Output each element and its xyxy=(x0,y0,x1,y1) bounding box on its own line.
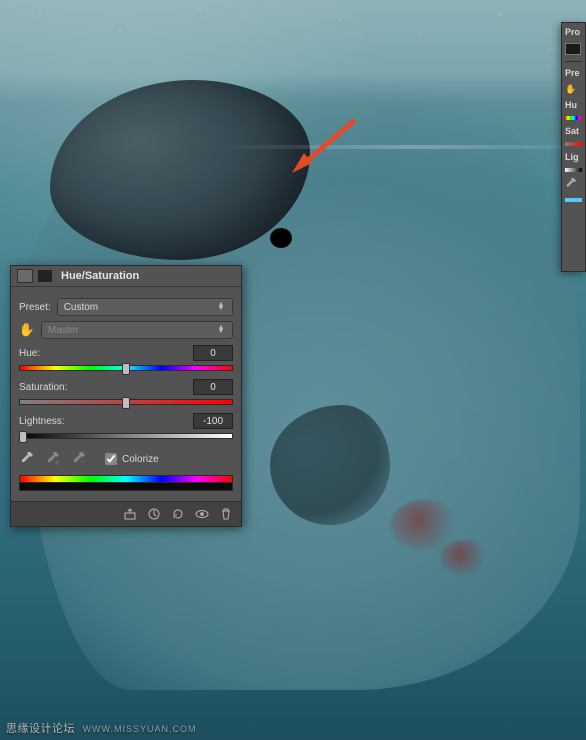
lightness-label: Lightness: xyxy=(19,416,65,427)
hand-icon[interactable]: ✋ xyxy=(565,84,579,94)
slider-thumb[interactable] xyxy=(122,363,130,375)
channel-value: Master xyxy=(48,325,79,336)
saturation-input[interactable] xyxy=(193,379,233,395)
slider-thumb[interactable] xyxy=(122,397,130,409)
trash-icon[interactable] xyxy=(219,507,233,521)
hue-track[interactable] xyxy=(19,365,233,373)
clip-to-layer-icon[interactable] xyxy=(123,507,137,521)
saturation-track[interactable] xyxy=(19,399,233,407)
svg-text:+: + xyxy=(55,460,59,466)
lightness-input[interactable] xyxy=(193,413,233,429)
adjustment-layer-icon xyxy=(17,269,33,283)
channel-select[interactable]: Master ▲▼ xyxy=(41,321,233,339)
side-thumbnail-icon xyxy=(565,43,581,55)
watermark: 思缘设计论坛 WWW.MISSYUAN.COM xyxy=(6,720,197,736)
hue-saturation-panel[interactable]: Hue/Saturation Preset: Custom ▲▼ ✋ Maste… xyxy=(10,265,242,527)
svg-text:-: - xyxy=(81,457,84,466)
eyedropper-minus-icon[interactable]: - xyxy=(71,451,87,467)
watermark-cn: 思缘设计论坛 xyxy=(6,723,75,735)
saturation-label: Saturation: xyxy=(19,382,67,393)
panel-footer xyxy=(11,501,241,526)
targeted-adjust-icon[interactable]: ✋ xyxy=(19,322,35,338)
side-group-label: Pro xyxy=(565,27,582,37)
slider-thumb[interactable] xyxy=(19,431,27,443)
reset-icon[interactable] xyxy=(171,507,185,521)
layer-mask-icon xyxy=(37,269,53,283)
side-hue-label: Hu xyxy=(565,100,582,110)
saturation-slider: Saturation: xyxy=(19,379,233,407)
panel-header[interactable]: Hue/Saturation xyxy=(11,266,241,287)
side-sat-track[interactable] xyxy=(565,142,582,146)
properties-side-panel[interactable]: Pro Pre ✋ Hu Sat Lig xyxy=(561,22,586,272)
color-range-bar[interactable] xyxy=(19,475,233,491)
side-light-track[interactable] xyxy=(565,168,582,172)
hue-input[interactable] xyxy=(193,345,233,361)
eyedropper-icon[interactable] xyxy=(19,451,35,467)
watermark-en: WWW.MISSYUAN.COM xyxy=(83,724,197,734)
lightness-slider: Lightness: xyxy=(19,413,233,441)
side-sat-label: Sat xyxy=(565,126,582,136)
lightness-track[interactable] xyxy=(19,433,233,441)
preset-select[interactable]: Custom ▲▼ xyxy=(57,298,233,316)
side-hue-track[interactable] xyxy=(565,116,582,120)
visibility-icon[interactable] xyxy=(195,507,209,521)
panel-title: Hue/Saturation xyxy=(61,270,139,282)
side-preset-label: Pre xyxy=(565,68,582,78)
hue-slider: Hue: xyxy=(19,345,233,373)
eyedropper-icon[interactable] xyxy=(565,178,579,188)
preset-label: Preset: xyxy=(19,302,51,313)
side-color-bar xyxy=(565,198,582,202)
view-previous-icon[interactable] xyxy=(147,507,161,521)
chevron-updown-icon: ▲▼ xyxy=(216,303,226,311)
colorize-input[interactable] xyxy=(105,453,117,465)
side-light-label: Lig xyxy=(565,152,582,162)
hue-label: Hue: xyxy=(19,348,40,359)
eyedropper-plus-icon[interactable]: + xyxy=(45,451,61,467)
chevron-updown-icon: ▲▼ xyxy=(216,326,226,334)
colorize-label: Colorize xyxy=(122,454,159,465)
preset-value: Custom xyxy=(64,302,98,313)
colorize-checkbox[interactable]: Colorize xyxy=(105,453,159,465)
